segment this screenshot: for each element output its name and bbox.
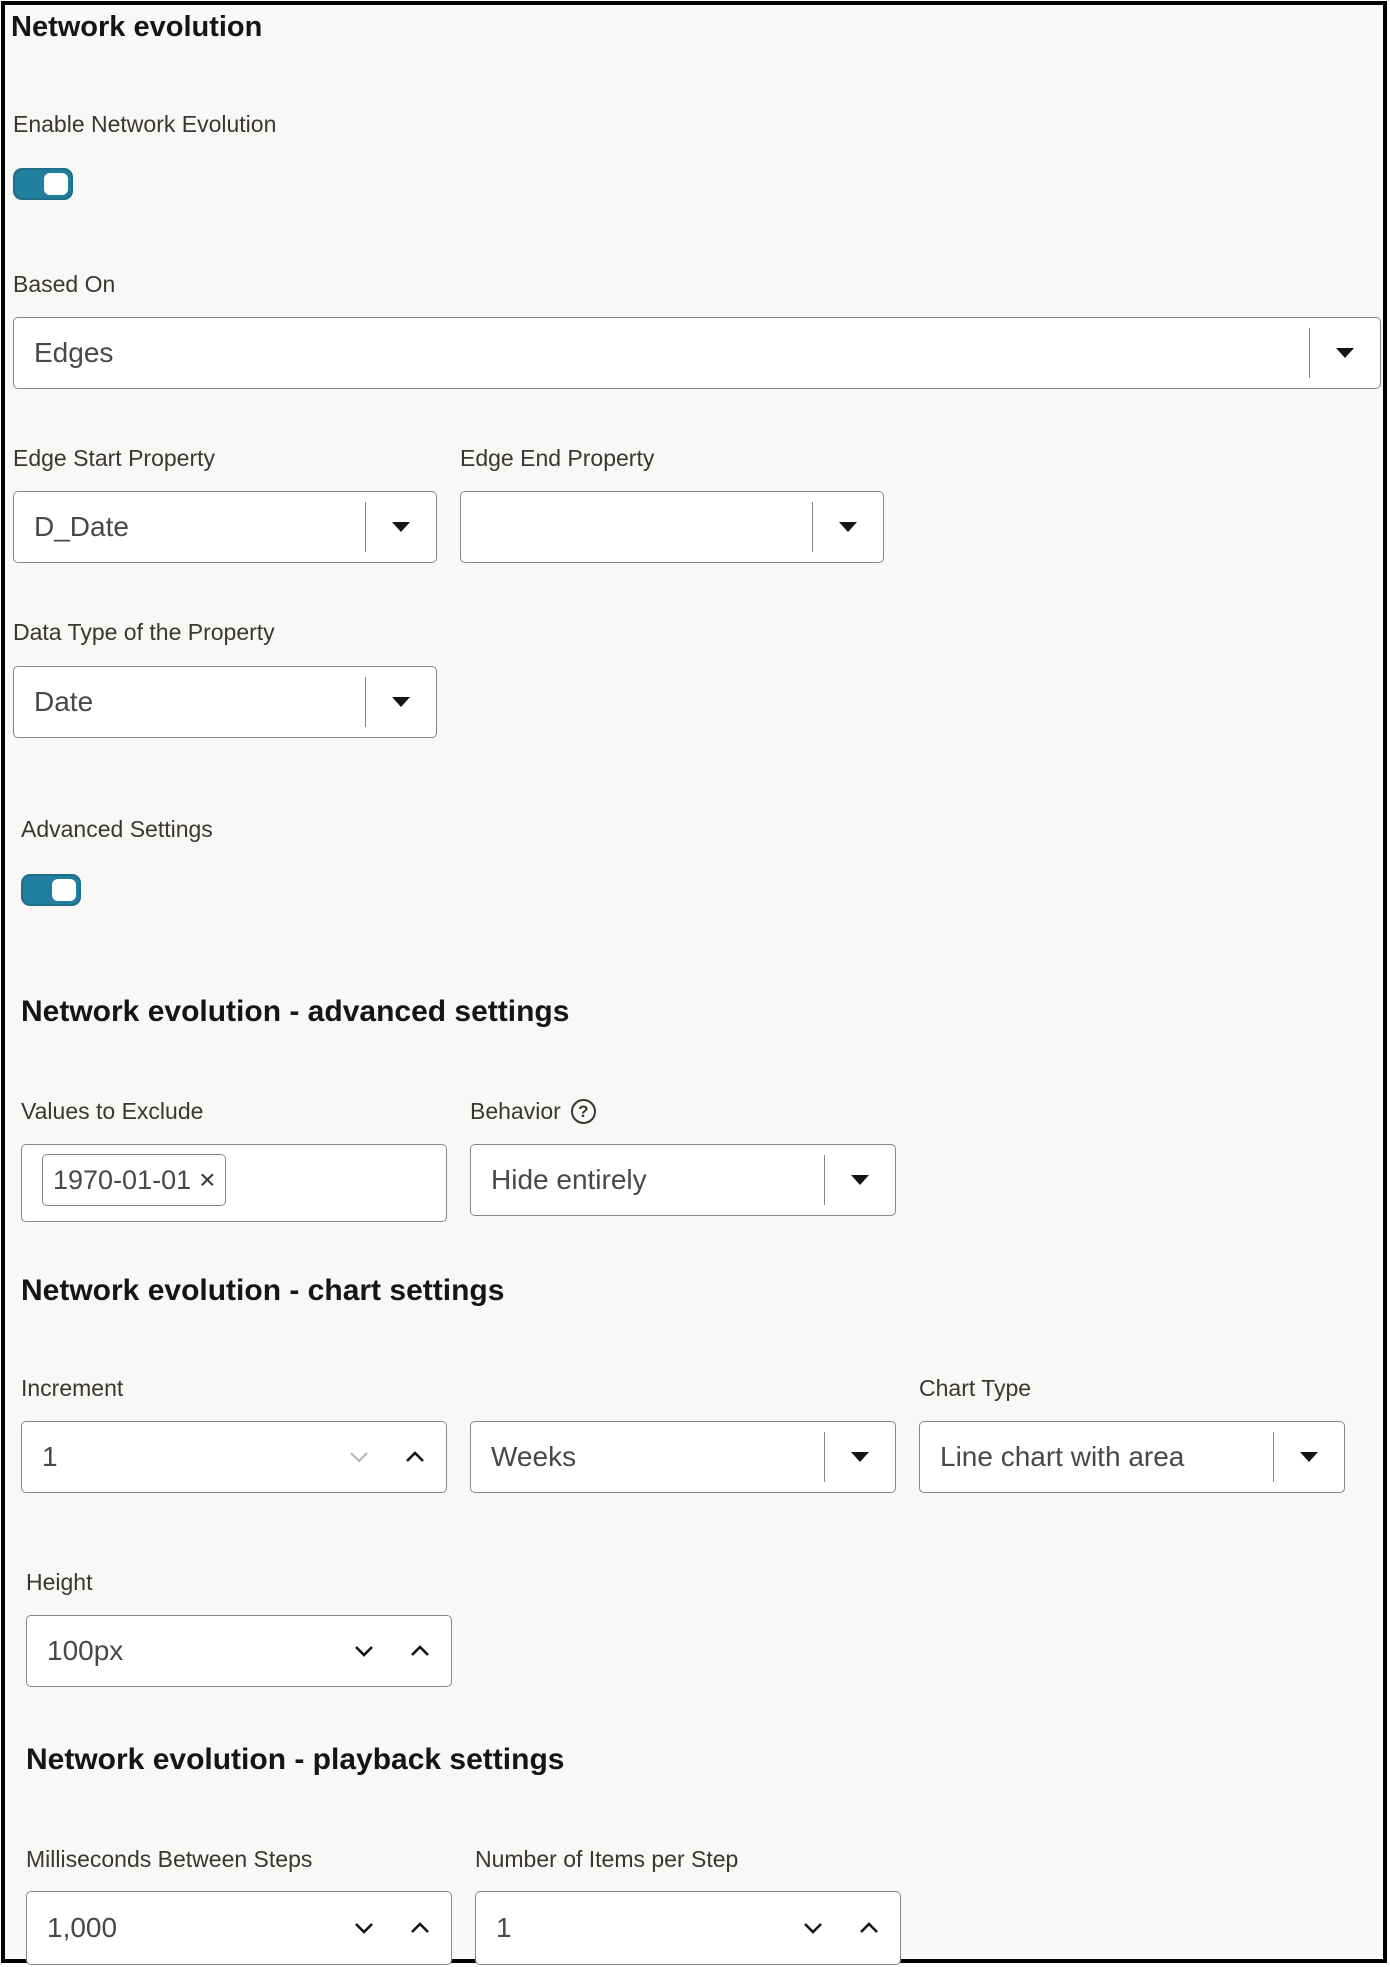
height-value: 100px: [47, 1635, 124, 1666]
increment-value: 1: [42, 1441, 58, 1472]
values-to-exclude-input[interactable]: 1970-01-01 ×: [21, 1144, 447, 1222]
caret-down-icon: [851, 1175, 869, 1185]
chart-type-dropdown-button[interactable]: [1274, 1422, 1344, 1492]
behavior-select[interactable]: Hide entirely: [470, 1144, 896, 1216]
advanced-settings-toggle[interactable]: [21, 874, 81, 906]
exclude-value-chip-text: 1970-01-01: [53, 1164, 192, 1195]
height-label: Height: [26, 1569, 93, 1595]
caret-down-icon: [1336, 348, 1354, 358]
increment-button[interactable]: [395, 1616, 445, 1686]
decrement-button[interactable]: [339, 1616, 389, 1686]
chevron-down-icon: [804, 1923, 822, 1934]
chevron-down-icon: [355, 1923, 373, 1934]
edge-end-label: Edge End Property: [460, 445, 655, 471]
decrement-button[interactable]: [334, 1422, 384, 1492]
behavior-dropdown-button[interactable]: [825, 1145, 895, 1215]
caret-down-icon: [851, 1452, 869, 1462]
items-per-step-value: 1: [496, 1912, 512, 1943]
increment-button[interactable]: [844, 1892, 894, 1964]
decrement-button[interactable]: [339, 1892, 389, 1964]
increment-unit-value: Weeks: [491, 1441, 577, 1472]
chip-remove-icon[interactable]: ×: [199, 1164, 215, 1196]
items-per-step-stepper[interactable]: 1: [475, 1891, 901, 1965]
items-per-step-label: Number of Items per Step: [475, 1846, 739, 1872]
chart-type-label: Chart Type: [919, 1375, 1032, 1401]
ms-between-steps-value: 1,000: [47, 1912, 118, 1943]
caret-down-icon: [1300, 1452, 1318, 1462]
edge-start-label: Edge Start Property: [13, 445, 215, 471]
edge-end-dropdown-button[interactable]: [813, 492, 883, 562]
ms-between-steps-stepper[interactable]: 1,000: [26, 1891, 452, 1965]
chevron-up-icon: [411, 1645, 429, 1656]
toggle-knob: [52, 879, 76, 901]
edge-end-select[interactable]: [460, 491, 884, 563]
settings-panel: Network evolution Enable Network Evoluti…: [1, 1, 1387, 1965]
caret-down-icon: [392, 697, 410, 707]
chevron-down-icon: [355, 1646, 373, 1657]
increment-button[interactable]: [395, 1892, 445, 1964]
data-type-label: Data Type of the Property: [13, 619, 275, 645]
data-type-value: Date: [34, 686, 94, 717]
section-title-advanced-settings: Network evolution - advanced settings: [21, 995, 570, 1028]
section-title-network-evolution: Network evolution: [11, 11, 263, 43]
chart-type-value: Line chart with area: [940, 1441, 1185, 1472]
decrement-button[interactable]: [788, 1892, 838, 1964]
chevron-down-icon: [350, 1452, 368, 1463]
based-on-label: Based On: [13, 271, 116, 297]
section-title-chart-settings: Network evolution - chart settings: [21, 1274, 505, 1307]
caret-down-icon: [392, 522, 410, 532]
toggle-knob: [44, 173, 68, 195]
based-on-select[interactable]: Edges: [13, 317, 1381, 389]
edge-start-select[interactable]: D_Date: [13, 491, 437, 563]
enable-network-evolution-label: Enable Network Evolution: [13, 111, 277, 137]
edge-start-dropdown-button[interactable]: [366, 492, 436, 562]
behavior-label: Behavior: [470, 1098, 561, 1124]
chevron-up-icon: [411, 1922, 429, 1933]
section-title-playback-settings: Network evolution - playback settings: [26, 1743, 565, 1776]
height-stepper[interactable]: 100px: [26, 1615, 452, 1687]
caret-down-icon: [839, 522, 857, 532]
chevron-up-icon: [860, 1922, 878, 1933]
increment-unit-select[interactable]: Weeks: [470, 1421, 896, 1493]
values-to-exclude-label: Values to Exclude: [21, 1098, 204, 1124]
increment-stepper[interactable]: 1: [21, 1421, 447, 1493]
chevron-up-icon: [406, 1451, 424, 1462]
data-type-select[interactable]: Date: [13, 666, 437, 738]
edge-start-value: D_Date: [34, 511, 129, 542]
increment-button[interactable]: [390, 1422, 440, 1492]
based-on-value: Edges: [34, 337, 114, 368]
advanced-settings-label: Advanced Settings: [21, 816, 213, 842]
behavior-value: Hide entirely: [491, 1164, 647, 1195]
help-icon[interactable]: ?: [570, 1099, 596, 1124]
increment-label: Increment: [21, 1375, 124, 1401]
chart-type-select[interactable]: Line chart with area: [919, 1421, 1345, 1493]
exclude-value-chip: 1970-01-01 ×: [42, 1154, 227, 1206]
increment-unit-dropdown-button[interactable]: [825, 1422, 895, 1492]
behavior-label-group: Behavior ?: [470, 1098, 596, 1125]
based-on-dropdown-button[interactable]: [1310, 318, 1380, 388]
ms-between-steps-label: Milliseconds Between Steps: [26, 1846, 313, 1872]
enable-network-evolution-toggle[interactable]: [13, 168, 73, 200]
data-type-dropdown-button[interactable]: [366, 667, 436, 737]
